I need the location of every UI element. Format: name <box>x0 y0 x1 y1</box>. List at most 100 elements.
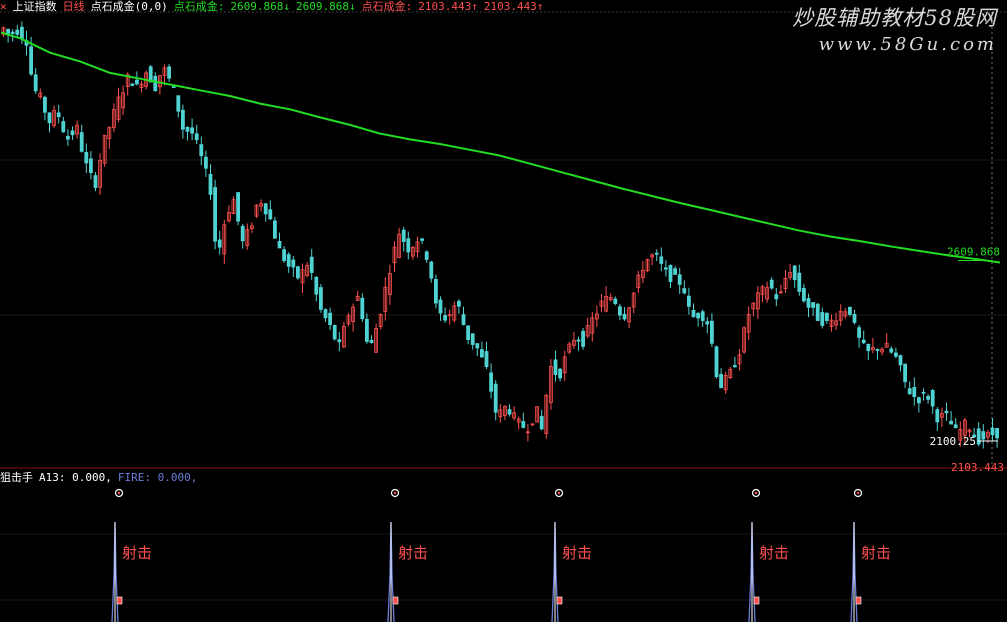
candle-body <box>438 299 443 314</box>
candle-body <box>990 427 995 436</box>
candle-body <box>889 348 894 353</box>
candle-body <box>861 339 866 344</box>
candle-body <box>981 431 986 440</box>
candle-body <box>337 339 342 343</box>
candle-body <box>953 424 958 429</box>
candle-body <box>493 383 498 413</box>
candle-body <box>318 287 323 310</box>
signal-marker <box>855 596 862 605</box>
candle-body <box>360 297 365 320</box>
candle-body <box>134 79 139 85</box>
candle-body <box>456 300 461 307</box>
indicator-name: 点石成金(0,0) <box>90 0 168 13</box>
candle-body <box>43 96 47 113</box>
candle-body <box>926 395 930 400</box>
signal-marker <box>392 596 399 605</box>
candle-body <box>61 121 66 133</box>
candle-body <box>479 349 484 358</box>
candle-body <box>84 151 89 164</box>
candle-body <box>236 192 241 222</box>
main-header: ✕ 上证指数 日线 点石成金(0,0) 点石成金: 2609.868↓ 2609.868↓ 点… <box>0 0 549 16</box>
candle-body <box>466 325 471 340</box>
candle-body <box>217 239 222 248</box>
candle-body <box>203 156 208 169</box>
candle-body <box>433 279 438 304</box>
candle-body <box>949 420 953 425</box>
candle-body <box>29 46 34 75</box>
candle-body <box>332 324 337 340</box>
candle-body <box>820 312 825 326</box>
candle-body <box>79 132 84 152</box>
candle-body <box>687 295 691 307</box>
candle-body <box>944 410 949 414</box>
watermark: 炒股辅助教材58股网 www.58Gu.com <box>792 2 997 55</box>
candle-body <box>470 333 475 345</box>
signal-label: 射击 <box>398 544 428 562</box>
candle-body <box>176 95 181 112</box>
bottom-price-label: 2103.443 <box>951 461 1004 474</box>
sub-indicator-name: 狙击手 <box>0 471 33 484</box>
candle-body <box>935 409 940 423</box>
candle-body <box>613 298 618 305</box>
signal-label: 射击 <box>759 544 789 562</box>
candle-body <box>93 175 98 188</box>
candle-body <box>553 359 558 375</box>
candle-body <box>6 28 10 34</box>
candle-body <box>282 249 287 261</box>
close-icon[interactable]: ✕ <box>0 0 7 13</box>
candle-body <box>208 173 213 195</box>
signal-dot-center <box>856 491 860 495</box>
candle-body <box>314 276 319 295</box>
stock-chart[interactable]: 2609.868 2100.25 2103.443 射击 射击 射击 射击 射击 <box>0 0 1007 622</box>
candle-body <box>558 368 562 379</box>
candle-body <box>66 135 70 140</box>
candle-body <box>710 320 714 344</box>
candle-body <box>295 266 300 279</box>
candle-body <box>581 330 585 347</box>
fire-signals: 射击 射击 射击 射击 射击 <box>111 488 891 622</box>
candle-body <box>792 265 797 281</box>
candle-body <box>898 355 903 366</box>
signal-label: 射击 <box>562 544 592 562</box>
candle-body <box>825 312 829 321</box>
candle-body <box>364 318 369 342</box>
line2-value2: 2103.443↑ <box>483 0 544 13</box>
candle-body <box>70 130 75 136</box>
candle-body <box>618 306 622 316</box>
line1-value2: 2609.868↓ <box>295 0 356 13</box>
watermark-title: 炒股辅助教材58股网 <box>792 6 997 30</box>
candle-body <box>806 298 811 308</box>
candle-body <box>521 421 526 428</box>
candle-body <box>539 415 544 430</box>
candle-body <box>976 428 981 445</box>
signal-marker <box>556 596 563 605</box>
candle-body <box>917 397 921 404</box>
signal-dot-center <box>393 491 397 495</box>
signal-dot-center <box>557 491 561 495</box>
candle-body <box>489 372 494 392</box>
signal-label: 射击 <box>122 544 152 562</box>
candle-body <box>668 264 673 282</box>
candle-body <box>802 288 806 302</box>
candle-body <box>677 274 682 285</box>
candle-body <box>443 315 448 321</box>
candle-body <box>912 386 917 398</box>
candle-body <box>659 256 664 264</box>
low-price-label: 2100.25 <box>930 435 976 448</box>
candle-body <box>19 26 24 40</box>
line2-label: 点石成金: <box>361 0 413 13</box>
candle-body <box>719 373 723 389</box>
candle-body <box>691 309 696 318</box>
candle-body <box>194 133 199 141</box>
candle-body <box>272 220 277 239</box>
candle-body <box>56 112 61 118</box>
signal-dot-center <box>117 491 121 495</box>
candle-body <box>429 261 434 279</box>
candle-body <box>507 409 512 415</box>
candle-body <box>153 75 158 92</box>
candle-body <box>848 306 852 315</box>
candle-body <box>705 321 710 325</box>
candle-body <box>167 66 172 79</box>
candle-body <box>903 363 907 383</box>
line1-label: 点石成金: <box>173 0 225 13</box>
